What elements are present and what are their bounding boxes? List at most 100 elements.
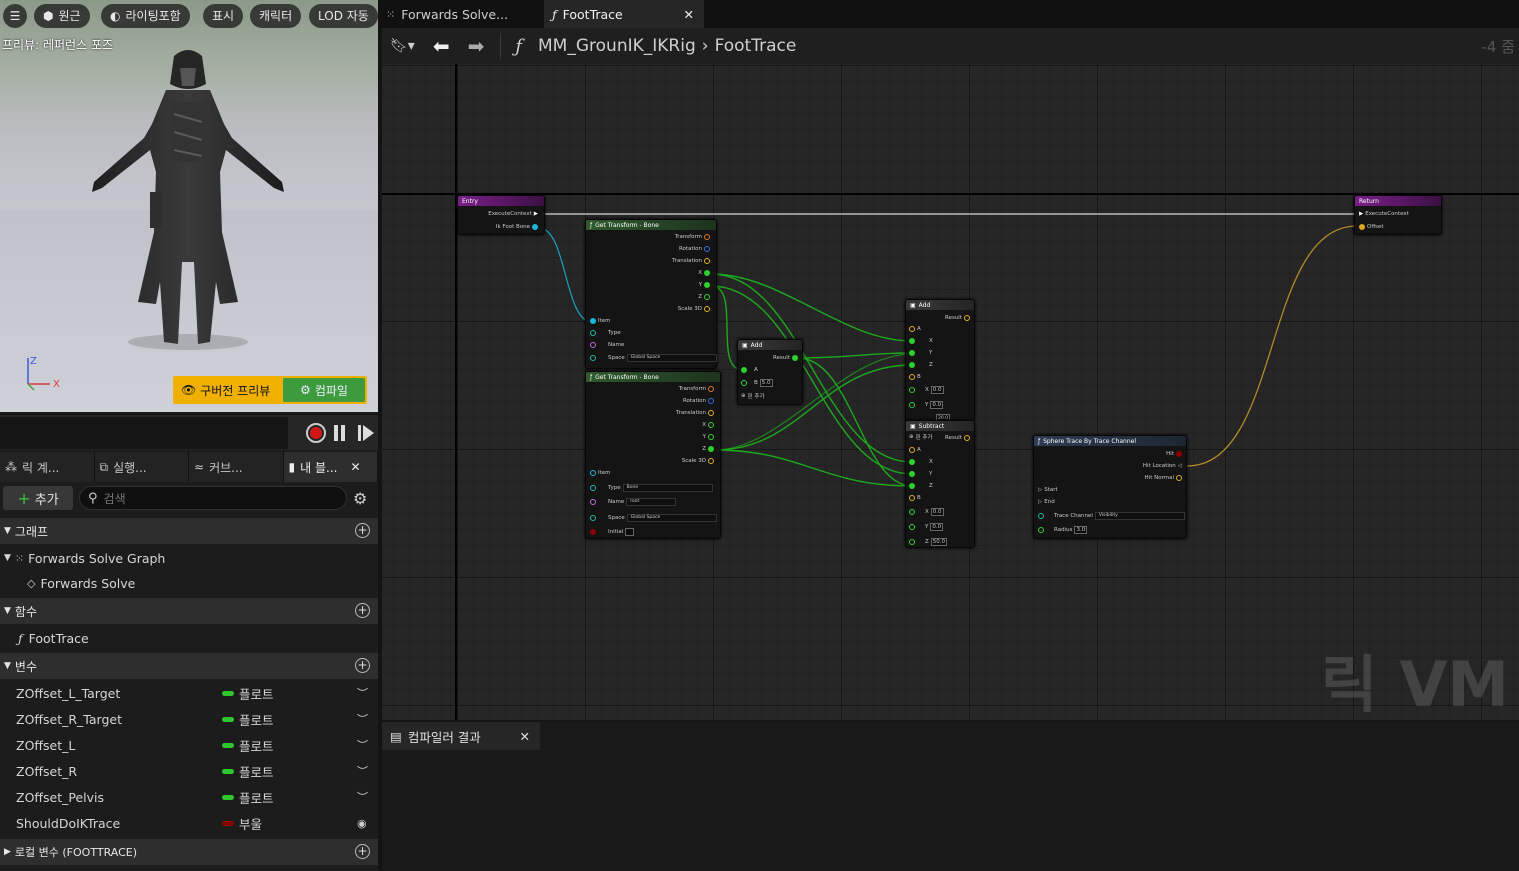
return-node[interactable]: Return ▶ ExecuteContext Offset xyxy=(1354,195,1442,235)
float-type-icon xyxy=(222,690,234,696)
add-node-2[interactable]: ▣ Add Result A X Y Z B X 0.0 Y 0.0 20.0 xyxy=(905,299,975,422)
function-icon: ƒ xyxy=(1038,437,1041,445)
chevron-right-icon: ▶ xyxy=(4,847,11,857)
tab-rig-hierarchy[interactable]: ⁂ 릭 계... xyxy=(0,452,95,482)
variable-row[interactable]: ZOffset_L 플로트 ︶ xyxy=(0,732,378,758)
step-forward-button[interactable] xyxy=(358,425,374,441)
variable-row[interactable]: ZOffset_Pelvis 플로트 ︶ xyxy=(0,784,378,810)
add-function-icon[interactable]: + xyxy=(355,603,370,618)
section-functions[interactable]: ▼ 함수 + xyxy=(0,598,378,624)
initial-checkbox[interactable] xyxy=(625,528,635,536)
variable-row[interactable]: ZOffset_L_Target 플로트 ︶ xyxy=(0,680,378,706)
tab-foottrace[interactable]: ƒ FootTrace ✕ xyxy=(544,0,704,28)
search-icon: ⚲ xyxy=(88,490,98,506)
timeline-track[interactable] xyxy=(0,417,288,449)
add-button[interactable]: + 추가 xyxy=(3,486,73,510)
close-icon[interactable]: ✕ xyxy=(684,7,694,22)
section-graphs[interactable]: ▼ 그래프 + xyxy=(0,518,378,544)
function-icon: ƒ xyxy=(590,221,593,229)
float-type-icon xyxy=(222,742,234,748)
back-arrow-icon[interactable]: ⬅ xyxy=(433,34,450,58)
exec-pin-icon[interactable]: ▶ xyxy=(534,211,538,217)
close-icon[interactable]: ✕ xyxy=(520,729,530,744)
compile-button[interactable]: ⚙ 컴파일 xyxy=(283,378,365,402)
add-graph-icon[interactable]: + xyxy=(355,523,370,538)
chevron-down-icon: ▼ xyxy=(4,606,11,616)
radius-input[interactable]: 3.0 xyxy=(1074,526,1088,534)
eye-closed-icon[interactable]: ︶ xyxy=(357,685,368,701)
entry-node[interactable]: Entry ExecuteContext ▶ Ik Foot Bone xyxy=(457,195,545,235)
graph-icon: ⁙ xyxy=(386,7,396,21)
add-pin-icon[interactable]: ⊕ xyxy=(909,434,914,440)
type-dropdown[interactable]: Bone xyxy=(622,484,713,492)
function-item-foottrace[interactable]: ƒ FootTrace xyxy=(0,625,378,651)
variable-row[interactable]: ZOffset_R_Target 플로트 ︶ xyxy=(0,706,378,732)
perspective-button[interactable]: ⬢ 원근 xyxy=(34,4,90,28)
space-dropdown[interactable]: Global Space xyxy=(626,354,717,362)
graph-item-forwards-solve-graph[interactable]: ▼ ⁙ Forwards Solve Graph xyxy=(0,545,378,571)
trace-channel-dropdown[interactable]: Visibility xyxy=(1094,512,1185,520)
tab-my-blueprint[interactable]: ▮ 내 블... ✕ xyxy=(283,452,378,482)
compiler-icon: ▤ xyxy=(390,728,402,744)
section-variables[interactable]: ▼ 변수 + xyxy=(0,653,378,679)
add-local-variable-icon[interactable]: + xyxy=(355,844,370,859)
breadcrumb-function[interactable]: FootTrace xyxy=(715,36,797,56)
settings-gear-icon[interactable]: ⚙ xyxy=(353,489,367,508)
eye-closed-icon[interactable]: ︶ xyxy=(357,711,368,727)
graph-icon: ⁙ xyxy=(14,551,25,565)
old-preview-button[interactable]: 👁 구버전 프리뷰 xyxy=(175,382,283,399)
sphere-trace-node[interactable]: ƒ Sphere Trace By Trace Channel Hit Hit L… xyxy=(1033,435,1187,539)
tab-execution[interactable]: ⧉ 실행... xyxy=(95,452,189,482)
section-local-variables[interactable]: ▶ 로컬 변수 (FOOTTRACE) + xyxy=(0,839,378,865)
tab-forwards-solve[interactable]: ⁙ Forwards Solve... xyxy=(378,0,538,28)
record-icon xyxy=(310,427,322,439)
character-button[interactable]: 캐릭터 xyxy=(250,4,302,28)
pause-icon xyxy=(334,425,338,441)
math-icon: ▣ xyxy=(910,422,916,430)
tab-curves[interactable]: ≈ 커브... xyxy=(189,452,284,482)
add-pin-icon[interactable]: ⊕ xyxy=(741,393,746,399)
add-variable-icon[interactable]: + xyxy=(355,658,370,673)
bookmark-icon[interactable]: 🔖︎▾ xyxy=(390,38,415,54)
preview-toolbar: 👁 구버전 프리뷰 ⚙ 컴파일 xyxy=(173,376,367,404)
lod-button[interactable]: LOD 자동 xyxy=(309,4,378,28)
eye-open-icon[interactable]: ◉ xyxy=(357,817,367,830)
gear-icon: ⚙ xyxy=(300,383,311,397)
add-node-1[interactable]: ▣ Add Result A B 5.0 ⊕ 핀 추가 xyxy=(737,339,803,405)
get-transform-bone-node-1[interactable]: ƒ Get Transform - Bone Transform Rotation… xyxy=(585,219,717,369)
record-button[interactable] xyxy=(306,423,326,443)
subtract-node[interactable]: ▣ Subtract ⊕ 핀 추가 Result A X Y Z B X 0.0 Y0… xyxy=(905,420,975,548)
show-button[interactable]: 표시 xyxy=(203,4,244,28)
tab-compiler-results[interactable]: ▤ 컴파일러 결과 ✕ xyxy=(382,722,540,750)
space-dropdown[interactable]: Global Space xyxy=(626,514,717,522)
close-icon[interactable]: ✕ xyxy=(350,460,360,474)
forward-arrow-icon[interactable]: ➡ xyxy=(468,34,485,58)
name-dropdown[interactable]: root xyxy=(626,498,677,506)
eye-closed-icon[interactable]: ︶ xyxy=(357,737,368,753)
breadcrumb-asset[interactable]: MM_GrounIK_IKRig xyxy=(538,36,696,56)
get-transform-bone-node-2[interactable]: ƒ Get Transform - Bone Transform Rotation… xyxy=(585,371,721,539)
struct-pin-icon[interactable] xyxy=(532,224,538,230)
blueprint-toolbar: + 추가 ⚲ 검색 ⚙ xyxy=(0,483,378,513)
viewport-menu-button[interactable]: ☰ xyxy=(3,4,27,28)
pause-button[interactable] xyxy=(334,425,348,441)
hierarchy-icon: ⁂ xyxy=(5,460,17,474)
b-value-input[interactable]: 5.0 xyxy=(759,379,773,387)
variable-row[interactable]: ZOffset_R 플로트 ︶ xyxy=(0,758,378,784)
preview-viewport[interactable]: ☰ ⬢ 원근 ◐ 라이팅포함 표시 캐릭터 LOD 자동 프리뷰: 레퍼런스 포즈 xyxy=(0,0,378,412)
graph-item-forwards-solve[interactable]: ◇ Forwards Solve xyxy=(0,570,378,596)
function-icon: ƒ xyxy=(590,373,593,381)
axis-gizmo: Z X xyxy=(27,356,60,391)
struct-pin-icon[interactable] xyxy=(1359,224,1365,230)
curve-icon: ≈ xyxy=(194,460,205,474)
search-input[interactable]: ⚲ 검색 xyxy=(79,486,347,510)
node-graph-canvas[interactable]: Entry ExecuteContext ▶ Ik Foot Bone Retur… xyxy=(382,64,1519,720)
eye-closed-icon[interactable]: ︶ xyxy=(357,789,368,805)
bool-type-icon xyxy=(222,820,234,826)
exec-pin-icon[interactable]: ▶ xyxy=(1359,211,1363,217)
eye-closed-icon[interactable]: ︶ xyxy=(357,763,368,779)
step-forward-icon xyxy=(358,425,374,441)
book-icon: ▮ xyxy=(288,460,296,474)
lighting-button[interactable]: ◐ 라이팅포함 xyxy=(101,4,190,28)
variable-row[interactable]: ShouldDoIKTrace 부울 ◉ xyxy=(0,810,378,836)
